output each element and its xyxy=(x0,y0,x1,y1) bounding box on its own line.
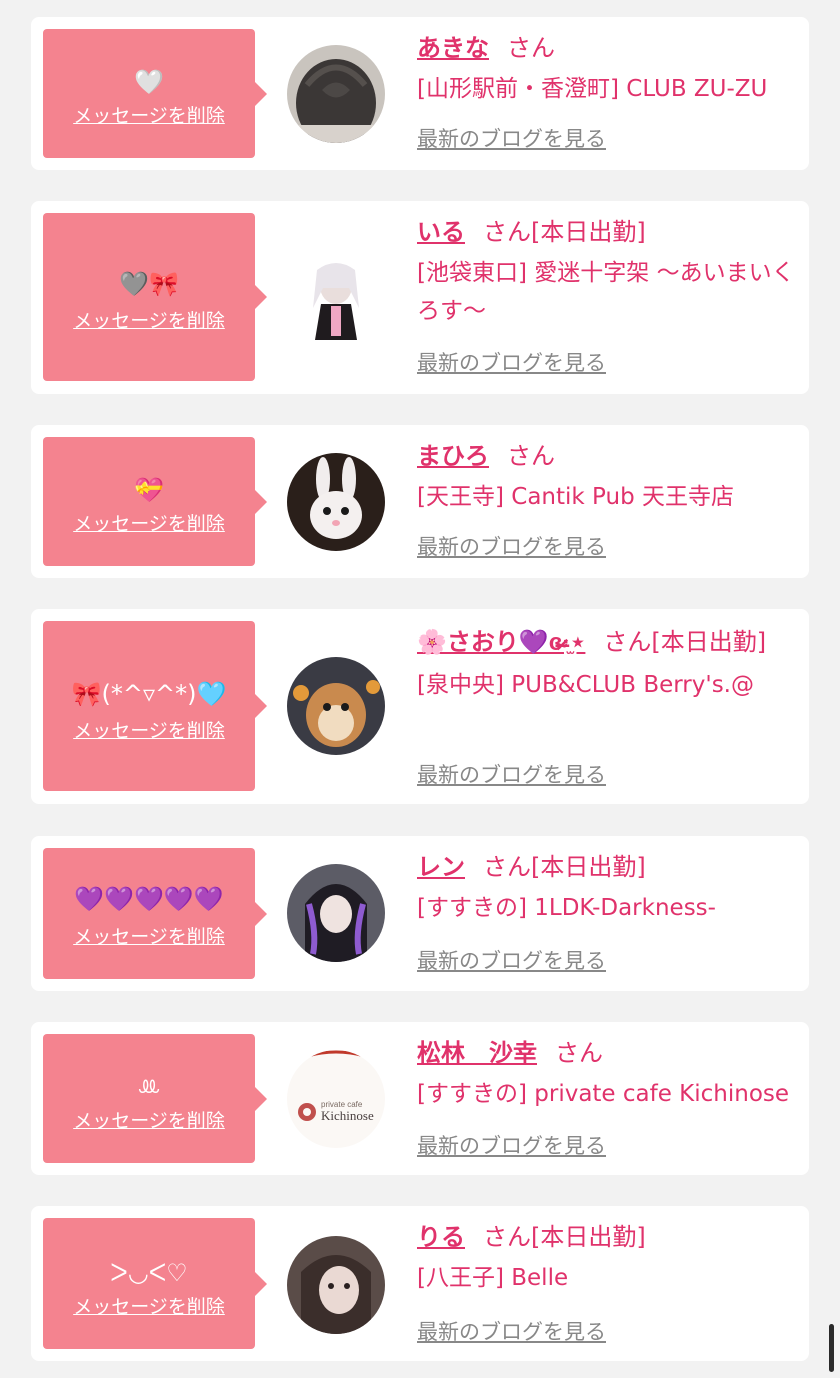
latest-blog-link[interactable]: 最新のブログを見る xyxy=(417,533,606,561)
host-name[interactable]: りる xyxy=(417,1224,465,1251)
favorite-card: ꔛ メッセージを削除 private cafe Kichinose 松林 沙幸さ… xyxy=(31,1022,809,1175)
latest-blog-link[interactable]: 最新のブログを見る xyxy=(417,125,606,153)
latest-blog-link[interactable]: 最新のブログを見る xyxy=(417,947,606,975)
shop-name: [八王子] Belle xyxy=(417,1265,569,1291)
shop-name: [天王寺] Cantik Pub 天王寺店 xyxy=(417,484,734,510)
message-box: 🩶🎀 メッセージを削除 xyxy=(43,213,267,381)
favorite-card: 💝 メッセージを削除 まひろ さん [天王寺] Cantik Pub 天王寺店 最… xyxy=(31,425,809,578)
host-info: いる さん[本日出勤] [池袋東口] 愛迷十字架 〜あいまいくろす〜 xyxy=(417,215,797,330)
message-box: 🤍 メッセージを削除 xyxy=(43,29,267,158)
shop-name: [泉中央] PUB&CLUB Berry's.@ xyxy=(417,672,754,698)
today-badge: [本日出勤] xyxy=(531,853,646,881)
message-box: 💝 メッセージを削除 xyxy=(43,437,267,566)
host-name[interactable]: あきな xyxy=(417,35,489,62)
avatar[interactable] xyxy=(287,45,385,143)
avatar[interactable] xyxy=(287,864,385,962)
host-info: 🌸さおり💜ɞ̴̶̷·̫⋆ さん[本日出勤] [泉中央] PUB&CLUB Berr… xyxy=(417,623,797,704)
avatar[interactable]: private cafe Kichinose xyxy=(287,1050,385,1148)
latest-blog-link[interactable]: 最新のブログを見る xyxy=(417,1132,606,1160)
today-badge: [本日出勤] xyxy=(531,1223,646,1251)
host-info: 松林 沙幸 さん [すすきの] private cafe Kichinose xyxy=(417,1036,797,1113)
today-badge: [本日出勤] xyxy=(531,218,646,246)
message-text: 🤍 xyxy=(134,68,164,96)
latest-blog-link[interactable]: 最新のブログを見る xyxy=(417,761,606,789)
message-box: 💜💜💜💜💜 メッセージを削除 xyxy=(43,848,267,979)
host-info: レン さん[本日出勤] [すすきの] 1LDK-Darkness- xyxy=(417,850,797,927)
latest-blog-link[interactable]: 最新のブログを見る xyxy=(417,349,606,377)
favorite-card: ᐳ◡ᐸ♡ メッセージを削除 りる さん[本日出勤] [八王子] Belle 最新の… xyxy=(31,1206,809,1361)
message-text: 🎀(*^▿^*)🩵 xyxy=(71,680,227,708)
latest-blog-link[interactable]: 最新のブログを見る xyxy=(417,1318,606,1346)
favorite-card: 💜💜💜💜💜 メッセージを削除 レン さん[本日出勤] [すすきの] 1LDK-Da… xyxy=(31,836,809,991)
message-text: 🩶🎀 xyxy=(119,270,179,298)
logo-big-text: Kichinose xyxy=(321,1108,374,1123)
avatar[interactable] xyxy=(287,1236,385,1334)
host-name[interactable]: 松林 沙幸 xyxy=(417,1040,537,1067)
avatar[interactable] xyxy=(287,453,385,551)
shop-name: [山形駅前・香澄町] CLUB ZU-ZU xyxy=(417,76,768,102)
delete-message-link[interactable]: メッセージを削除 xyxy=(43,309,255,333)
message-text: ᐳ◡ᐸ♡ xyxy=(110,1259,188,1287)
favorite-card: 🩶🎀 メッセージを削除 いる さん[本日出勤] [池袋東口] 愛迷十字架 〜あいま… xyxy=(31,201,809,394)
delete-message-link[interactable]: メッセージを削除 xyxy=(43,104,255,128)
delete-message-link[interactable]: メッセージを削除 xyxy=(43,512,255,536)
host-info: あきな さん [山形駅前・香澄町] CLUB ZU-ZU xyxy=(417,31,797,108)
honorific: さん xyxy=(555,1039,603,1067)
avatar[interactable] xyxy=(287,248,385,346)
delete-message-link[interactable]: メッセージを削除 xyxy=(43,1109,255,1133)
message-text: 💜💜💜💜💜 xyxy=(74,885,224,913)
honorific: さん xyxy=(483,1223,531,1251)
scrollbar[interactable] xyxy=(829,1324,834,1372)
host-info: まひろ さん [天王寺] Cantik Pub 天王寺店 xyxy=(417,439,797,516)
host-name[interactable]: いる xyxy=(417,219,465,246)
message-box: 🎀(*^▿^*)🩵 メッセージを削除 xyxy=(43,621,267,791)
delete-message-link[interactable]: メッセージを削除 xyxy=(43,925,255,949)
host-name[interactable]: まひろ xyxy=(417,443,489,470)
today-badge: [本日出勤] xyxy=(651,628,767,656)
shop-name: [すすきの] private cafe Kichinose xyxy=(417,1081,790,1107)
honorific: さん xyxy=(483,853,531,881)
favorite-card: 🤍 メッセージを削除 あきな さん [山形駅前・香澄町] CLUB ZU-ZU 最… xyxy=(31,17,809,170)
message-text: ꔛ xyxy=(137,1073,161,1101)
delete-message-link[interactable]: メッセージを削除 xyxy=(43,719,255,743)
message-box: ᐳ◡ᐸ♡ メッセージを削除 xyxy=(43,1218,267,1349)
honorific: さん xyxy=(603,628,652,656)
avatar[interactable] xyxy=(287,657,385,755)
host-name[interactable]: レン xyxy=(417,854,465,881)
delete-message-link[interactable]: メッセージを削除 xyxy=(43,1295,255,1319)
message-text: 💝 xyxy=(134,476,164,504)
host-info: りる さん[本日出勤] [八王子] Belle xyxy=(417,1220,797,1297)
shop-name: [池袋東口] 愛迷十字架 〜あいまいくろす〜 xyxy=(417,260,795,324)
honorific: さん xyxy=(507,34,555,62)
host-name[interactable]: 🌸さおり💜ɞ̴̶̷·̫⋆ xyxy=(417,629,585,656)
message-box: ꔛ メッセージを削除 xyxy=(43,1034,267,1163)
favorite-card: 🎀(*^▿^*)🩵 メッセージを削除 🌸さおり💜ɞ̴̶̷·̫⋆ さん[本日出勤] … xyxy=(31,609,809,804)
honorific: さん xyxy=(483,218,531,246)
shop-name: [すすきの] 1LDK-Darkness- xyxy=(417,895,716,921)
honorific: さん xyxy=(507,442,555,470)
